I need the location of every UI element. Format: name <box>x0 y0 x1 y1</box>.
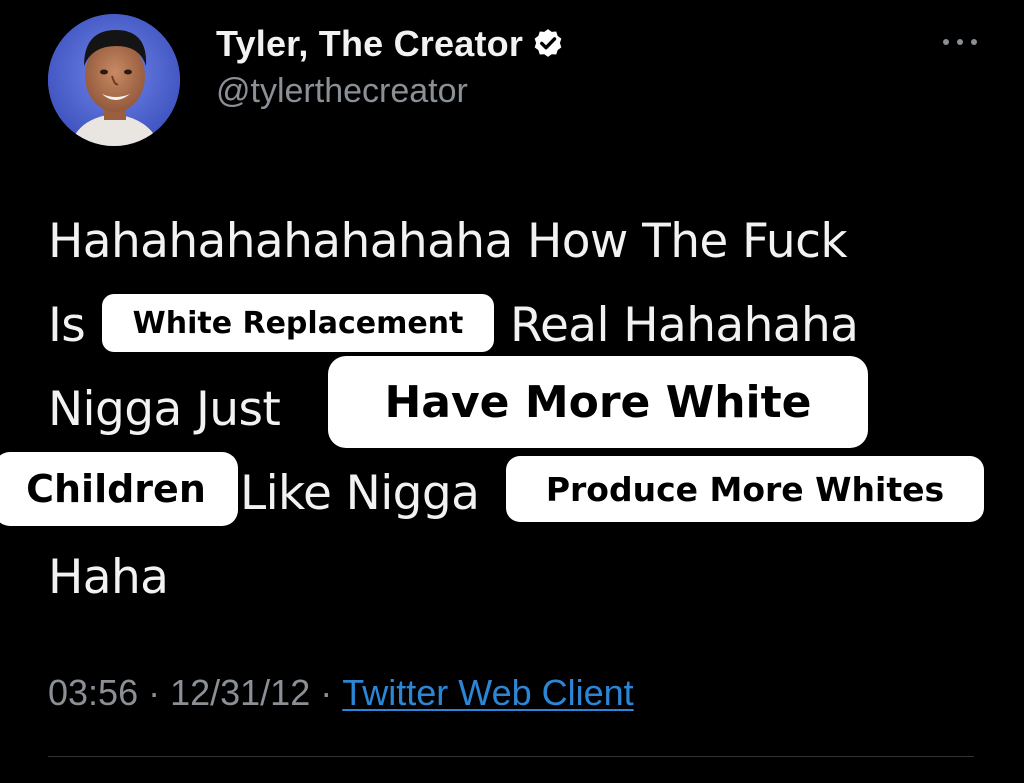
overlay-label-have-more-white: Have More White <box>328 356 868 448</box>
tweet-line-1: Hahahahahahahaha How The Fuck <box>48 214 848 269</box>
tweet-header: Tyler, The Creator @tylerthecreator <box>48 14 988 146</box>
tweet-client-link[interactable]: Twitter Web Client <box>342 672 633 714</box>
author-display-name[interactable]: Tyler, The Creator <box>216 23 523 65</box>
tweet-time[interactable]: 03:56 <box>48 672 138 714</box>
divider <box>48 756 974 757</box>
author-handle[interactable]: @tylerthecreator <box>216 72 565 111</box>
tweet-meta: 03:56 · 12/31/12 · Twitter Web Client <box>48 672 634 714</box>
tweet-line-3: Nigga Just <box>48 382 281 437</box>
author-names: Tyler, The Creator @tylerthecreator <box>216 22 565 111</box>
meta-separator: · <box>148 672 161 713</box>
verified-badge-icon <box>534 29 562 57</box>
tweet-line-4: Like Nigga <box>240 466 480 521</box>
overlay-label-produce-more-whites: Produce More Whites <box>506 456 984 522</box>
tweet-line-2-start: Is <box>48 298 86 353</box>
tweet-line-5: Haha <box>48 550 169 605</box>
profile-photo-icon <box>48 14 180 146</box>
author-avatar[interactable] <box>48 14 180 146</box>
overlay-label-children: Children <box>0 452 238 526</box>
meta-separator-2: · <box>320 672 333 713</box>
more-options-icon[interactable] <box>940 34 980 50</box>
overlay-label-white-replacement: White Replacement <box>102 294 494 352</box>
display-name-row: Tyler, The Creator <box>216 22 565 66</box>
tweet-date[interactable]: 12/31/12 <box>170 672 310 714</box>
